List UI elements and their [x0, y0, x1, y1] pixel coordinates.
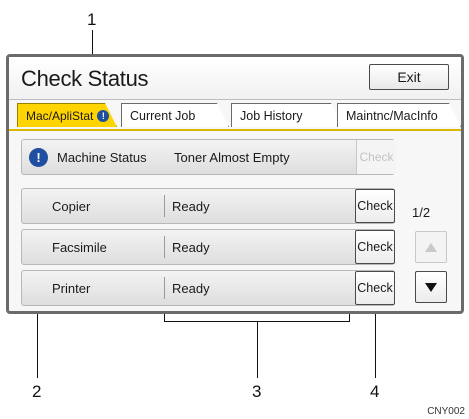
- tab-current-job[interactable]: Current Job: [121, 103, 229, 127]
- printer-check-button[interactable]: Check: [355, 271, 395, 305]
- callout-1: 1: [87, 10, 97, 29]
- info-alert-icon: !: [29, 148, 48, 167]
- figure-code: CNY002: [427, 406, 465, 417]
- function-row-facsimile: Facsimile Ready Check: [21, 229, 395, 265]
- check-status-panel: Check Status Exit Mac/ApliStat ! Current…: [6, 54, 464, 314]
- function-name: Copier: [52, 199, 91, 214]
- page-indicator: 1/2: [412, 205, 431, 220]
- tab-label: Mac/ApliStat: [26, 108, 94, 123]
- scroll-down-button[interactable]: [415, 271, 447, 303]
- callout-4: 4: [370, 382, 380, 401]
- callout-3-leader: [257, 322, 258, 378]
- page-title: Check Status: [21, 66, 149, 91]
- function-name: Printer: [52, 281, 91, 296]
- callout-3-bracket: [164, 321, 350, 322]
- tab-mac-aplistat[interactable]: Mac/ApliStat !: [17, 103, 117, 127]
- facsimile-check-button[interactable]: Check: [355, 230, 395, 264]
- callout-3: 3: [252, 382, 262, 401]
- triangle-down-icon: [425, 282, 437, 292]
- info-alert-icon: !: [97, 110, 109, 122]
- exit-button[interactable]: Exit: [369, 64, 449, 90]
- row-separator: [164, 277, 165, 299]
- tab-maintnc-macinfo[interactable]: Maintnc/MacInfo: [337, 103, 461, 127]
- tab-label: Maintnc/MacInfo: [346, 108, 438, 123]
- row-separator: [164, 195, 165, 217]
- machine-status-label: Machine Status: [57, 150, 147, 165]
- function-status: Ready: [172, 281, 210, 296]
- callout-2: 2: [32, 382, 42, 401]
- copier-check-button[interactable]: Check: [355, 189, 395, 223]
- tab-bar: Mac/ApliStat ! Current Job Job History M…: [9, 99, 461, 131]
- function-status: Ready: [172, 199, 210, 214]
- machine-status-text: Toner Almost Empty: [174, 150, 290, 165]
- function-row-copier: Copier Ready Check: [21, 188, 395, 224]
- function-row-printer: Printer Ready Check: [21, 270, 395, 306]
- tab-label: Job History: [240, 108, 303, 123]
- scroll-up-button: [415, 231, 447, 263]
- tab-job-history[interactable]: Job History: [231, 103, 343, 127]
- triangle-up-icon: [425, 242, 437, 252]
- machine-status-row: ! Machine Status Toner Almost Empty Chec…: [21, 139, 396, 175]
- function-status: Ready: [172, 240, 210, 255]
- machine-status-check-button: Check: [356, 140, 396, 174]
- tab-label: Current Job: [130, 108, 196, 123]
- panel-header: Check Status Exit: [9, 57, 461, 100]
- row-separator: [164, 236, 165, 258]
- function-name: Facsimile: [52, 240, 107, 255]
